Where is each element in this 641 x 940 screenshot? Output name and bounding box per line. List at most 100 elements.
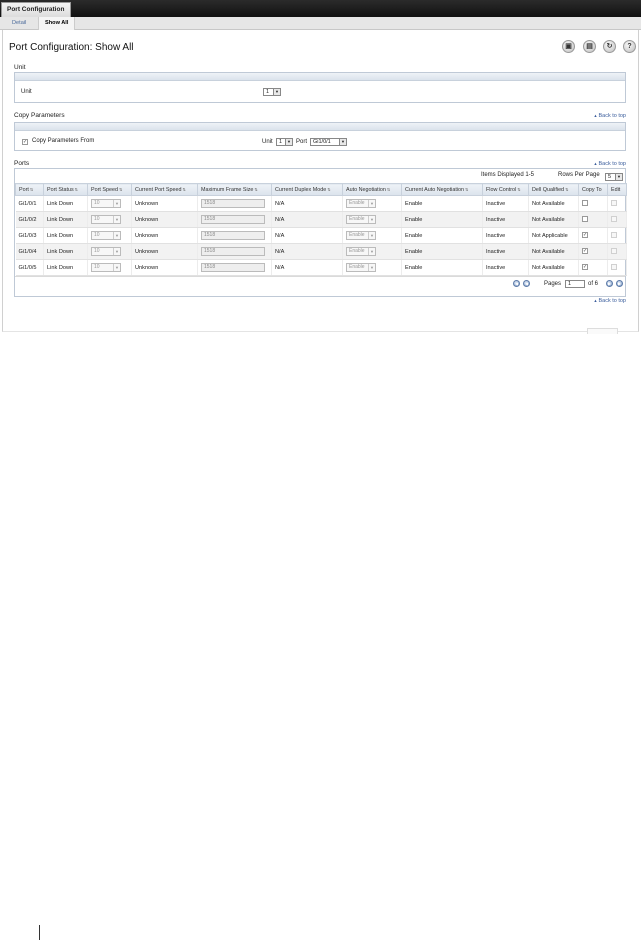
print-icon[interactable]: ▤: [583, 40, 596, 53]
column-header-label: Current Port Speed: [135, 186, 182, 193]
column-header[interactable]: Port Speed⇅: [87, 183, 132, 196]
port-speed-cell: 10 ▼: [87, 211, 132, 228]
copy-to-checkbox[interactable]: ✓: [582, 248, 588, 255]
port-speed-cell: 10 ▼: [87, 227, 132, 244]
max-frame-input[interactable]: 1518: [201, 247, 265, 256]
column-header[interactable]: Flow Control⇅: [482, 183, 529, 196]
items-displayed: Items Displayed 1-5: [481, 172, 535, 178]
column-header-label: Maximum Frame Size: [201, 186, 254, 193]
port-speed-cell: 10 ▼: [87, 259, 132, 276]
copy-to-checkbox[interactable]: ✓: [582, 264, 588, 271]
column-header[interactable]: Maximum Frame Size⇅: [197, 183, 272, 196]
flow-control-cell: Inactive: [482, 227, 529, 244]
edit-checkbox[interactable]: [611, 264, 617, 271]
column-header-label: Dell Qualified: [532, 186, 565, 193]
max-frame-input[interactable]: 1518: [201, 199, 265, 208]
auto-neg-select[interactable]: Enable ▼: [346, 231, 376, 240]
port-speed-select[interactable]: 10 ▼: [91, 199, 121, 208]
max-frame-cell: 1518: [197, 259, 272, 276]
chevron-down-icon: ▼: [113, 216, 120, 223]
column-header[interactable]: Dell Qualified⇅: [528, 183, 579, 196]
sub-navigation: Detail Show All: [0, 17, 641, 30]
max-frame-input[interactable]: 1518: [201, 231, 265, 240]
edit-cell: [607, 259, 627, 276]
max-frame-input[interactable]: 1518: [201, 215, 265, 224]
subnav-detail[interactable]: Detail: [6, 17, 32, 30]
previous-page-icon[interactable]: ◀: [523, 280, 530, 287]
port-cell: Gi1/0/1: [15, 195, 44, 212]
copy-to-cell: ✓: [578, 259, 608, 276]
subnav-show-all[interactable]: Show All: [38, 17, 76, 30]
back-to-top-link[interactable]: ▲Back to top: [594, 161, 627, 167]
port-status-cell: Link Down: [43, 211, 88, 228]
column-header[interactable]: Copy To: [578, 183, 608, 196]
copy-unit-select[interactable]: 1 ▼: [276, 138, 293, 146]
auto-neg-select[interactable]: Enable ▼: [346, 247, 376, 256]
port-speed-select[interactable]: 10 ▼: [91, 231, 121, 240]
copy-parameters-checkbox[interactable]: ✓: [22, 139, 28, 145]
copy-to-checkbox[interactable]: [582, 200, 588, 207]
edit-checkbox[interactable]: [611, 232, 617, 239]
ports-section-title: Ports: [14, 160, 30, 167]
copy-to-checkbox[interactable]: ✓: [582, 232, 588, 239]
next-page-icon[interactable]: ▶: [606, 280, 613, 287]
edit-checkbox[interactable]: [611, 248, 617, 255]
copy-port-value: Gi1/0/1: [313, 139, 331, 145]
auto-neg-select[interactable]: Enable ▼: [346, 263, 376, 272]
table-row: Gi1/0/5 Link Down 10 ▼ Unknown 1518 N/A E…: [15, 259, 627, 276]
first-page-icon[interactable]: ◀: [513, 280, 520, 287]
pages-label: Pages: [544, 281, 562, 287]
max-frame-cell: 1518: [197, 195, 272, 212]
sort-icon: ⇅: [182, 186, 186, 192]
port-speed-select[interactable]: 10 ▼: [91, 263, 121, 272]
edit-cell: [607, 227, 627, 244]
unit-select[interactable]: 1 ▼: [263, 88, 281, 96]
port-speed-select[interactable]: 10 ▼: [91, 215, 121, 224]
help-icon[interactable]: ?: [623, 40, 636, 53]
port-speed-value: 10: [94, 248, 100, 254]
column-header[interactable]: Current Duplex Mode⇅: [271, 183, 343, 196]
refresh-icon[interactable]: ↻: [603, 40, 616, 53]
edit-cell: [607, 211, 627, 228]
column-header[interactable]: Auto Negotiation⇅: [342, 183, 402, 196]
save-icon[interactable]: ▣: [562, 40, 575, 53]
rows-per-page-select[interactable]: 5 ▼: [605, 173, 623, 181]
tab-port-configuration[interactable]: Port Configuration: [1, 2, 71, 17]
auto-neg-select[interactable]: Enable ▼: [346, 215, 376, 224]
unit-box-header: [15, 73, 625, 81]
flow-control-cell: Inactive: [482, 243, 529, 260]
page-number-input[interactable]: 1: [565, 280, 585, 288]
copy-port-select[interactable]: Gi1/0/1 ▼: [310, 138, 347, 146]
sort-icon: ⇅: [565, 186, 569, 192]
copy-to-cell: [578, 195, 608, 212]
edit-checkbox[interactable]: [611, 200, 617, 207]
column-header[interactable]: Port Status⇅: [43, 183, 88, 196]
back-to-top-link[interactable]: ▲Back to top: [594, 298, 627, 304]
copy-to-checkbox[interactable]: [582, 216, 588, 223]
column-header[interactable]: Current Port Speed⇅: [131, 183, 198, 196]
copy-unit-label: Unit: [262, 139, 273, 145]
current-speed-cell: Unknown: [131, 211, 198, 228]
port-cell: Gi1/0/5: [15, 259, 44, 276]
current-speed-cell: Unknown: [131, 259, 198, 276]
port-speed-select[interactable]: 10 ▼: [91, 247, 121, 256]
edit-checkbox[interactable]: [611, 216, 617, 223]
column-header[interactable]: Current Auto Negotiation⇅: [401, 183, 483, 196]
apply-button[interactable]: [587, 328, 618, 334]
column-header[interactable]: Port⇅: [15, 183, 44, 196]
copy-parameters-title: Copy Parameters: [14, 112, 65, 119]
port-speed-value: 10: [94, 232, 100, 238]
column-header[interactable]: Edit: [607, 183, 627, 196]
auto-neg-select[interactable]: Enable ▼: [346, 199, 376, 208]
chevron-down-icon: ▼: [368, 200, 375, 207]
column-header-label: Copy To: [582, 186, 602, 193]
back-to-top-link[interactable]: ▲Back to top: [594, 113, 627, 119]
last-page-icon[interactable]: ▶: [616, 280, 623, 287]
chevron-down-icon: ▼: [339, 139, 346, 145]
port-cell: Gi1/0/4: [15, 243, 44, 260]
max-frame-input[interactable]: 1518: [201, 263, 265, 272]
column-header-label: Port Speed: [91, 186, 118, 193]
auto-neg-value: Enable: [349, 264, 365, 270]
port-status-cell: Link Down: [43, 227, 88, 244]
sort-icon: ⇅: [254, 186, 258, 192]
